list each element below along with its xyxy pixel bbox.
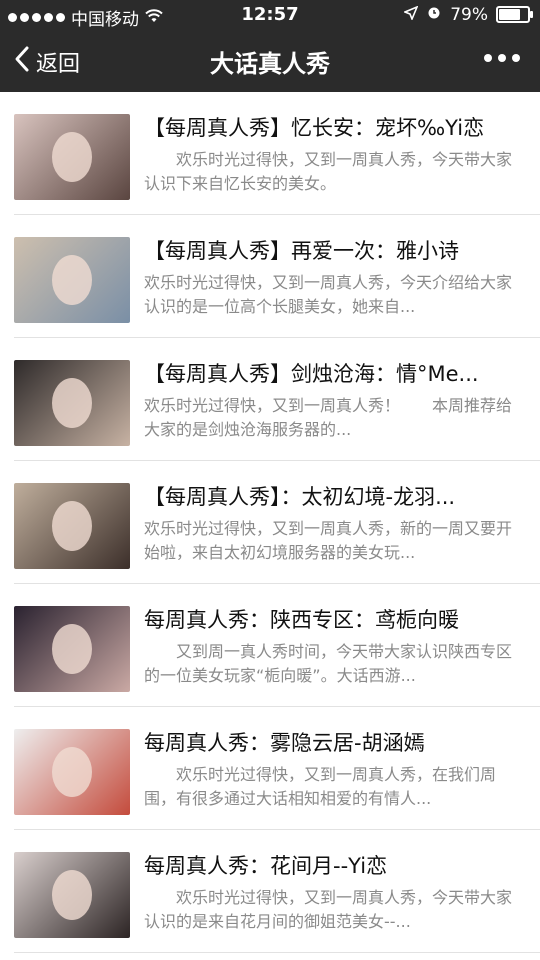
battery-icon [496,6,533,23]
article-thumbnail [14,483,130,569]
article-title: 【每周真人秀】忆长安：宠坏‰Yi恋 [144,116,485,140]
location-arrow-icon [403,5,419,25]
navigation-bar: 返回 大话真人秀 [0,30,540,92]
article-title: 【每周真人秀】再爱一次：雅小诗 [144,239,459,263]
article-list: 【每周真人秀】忆长安：宠坏‰Yi恋 欢乐时光过得快，又到一周真人秀，今天带大家认… [0,92,540,953]
article-thumbnail [14,606,130,692]
article-text: 【每周真人秀】忆长安：宠坏‰Yi恋 欢乐时光过得快，又到一周真人秀，今天带大家认… [144,114,520,196]
status-bar: 中国移动 12:57 79% [0,0,540,30]
list-item[interactable]: 每周真人秀：雾隐云居-胡涵嫣 欢乐时光过得快，又到一周真人秀，在我们周围，有很多… [14,707,540,830]
article-text: 每周真人秀：花间月--Yi恋 欢乐时光过得快，又到一周真人秀，今天带大家认识的是… [144,852,520,934]
list-item[interactable]: 每周真人秀：花间月--Yi恋 欢乐时光过得快，又到一周真人秀，今天带大家认识的是… [14,830,540,953]
list-item[interactable]: 【每周真人秀】忆长安：宠坏‰Yi恋 欢乐时光过得快，又到一周真人秀，今天带大家认… [14,92,540,215]
article-text: 每周真人秀：陕西专区：鸢栀向暖 又到周一真人秀时间，今天带大家认识陕西专区的一位… [144,606,520,688]
article-text: 每周真人秀：雾隐云居-胡涵嫣 欢乐时光过得快，又到一周真人秀，在我们周围，有很多… [144,729,520,811]
article-thumbnail [14,114,130,200]
article-text: 【每周真人秀】：太初幻境-龙羽... 欢乐时光过得快，又到一周真人秀，新的一周又要… [144,483,520,565]
article-summary: 欢乐时光过得快，又到一周真人秀，今天带大家认识下来自忆长安的美女。 [144,150,513,193]
more-options-icon[interactable] [484,54,520,62]
status-right: 79% [403,4,533,25]
article-summary: 欢乐时光过得快，又到一周真人秀！ 本周推荐给大家的是剑烛沧海服务器的... [144,396,513,439]
article-thumbnail [14,729,130,815]
article-thumbnail [14,852,130,938]
article-thumbnail [14,237,130,323]
article-text: 【每周真人秀】剑烛沧海：情°Me... 欢乐时光过得快，又到一周真人秀！ 本周推荐… [144,360,520,442]
article-title: 【每周真人秀】剑烛沧海：情°Me... [144,362,479,386]
article-title: 每周真人秀：花间月--Yi恋 [144,854,388,878]
article-summary: 欢乐时光过得快，又到一周真人秀，在我们周围，有很多通过大话相知相爱的有情人... [144,765,497,808]
list-item[interactable]: 每周真人秀：陕西专区：鸢栀向暖 又到周一真人秀时间，今天带大家认识陕西专区的一位… [14,584,540,707]
article-summary: 欢乐时光过得快，又到一周真人秀，今天带大家认识的是来自花月间的御姐范美女--..… [144,888,513,931]
alarm-icon [426,4,442,25]
list-item[interactable]: 【每周真人秀】剑烛沧海：情°Me... 欢乐时光过得快，又到一周真人秀！ 本周推荐… [14,338,540,461]
article-thumbnail [14,360,130,446]
article-summary: 又到周一真人秀时间，今天带大家认识陕西专区的一位美女玩家“栀向暖”。大话西游..… [144,642,513,685]
article-title: 每周真人秀：雾隐云居-胡涵嫣 [144,731,425,755]
page-title: 大话真人秀 [210,50,330,78]
list-item[interactable]: 【每周真人秀】再爱一次：雅小诗欢乐时光过得快，又到一周真人秀，今天介绍给大家认识… [14,215,540,338]
list-item[interactable]: 【每周真人秀】：太初幻境-龙羽... 欢乐时光过得快，又到一周真人秀，新的一周又要… [14,461,540,584]
article-title: 【每周真人秀】：太初幻境-龙羽... [144,485,456,509]
article-summary: 欢乐时光过得快，又到一周真人秀，今天介绍给大家认识的是一位高个长腿美女，她来自.… [144,273,513,316]
article-text: 【每周真人秀】再爱一次：雅小诗欢乐时光过得快，又到一周真人秀，今天介绍给大家认识… [144,237,520,319]
battery-percent: 79% [450,4,488,25]
article-summary: 欢乐时光过得快，又到一周真人秀，新的一周又要开始啦，来自太初幻境服务器的美女玩.… [144,519,513,562]
article-title: 每周真人秀：陕西专区：鸢栀向暖 [144,608,459,632]
